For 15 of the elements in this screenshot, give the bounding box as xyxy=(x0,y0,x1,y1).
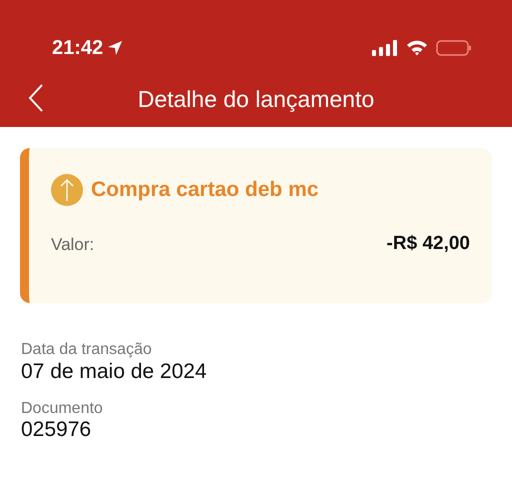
field-value: 025976 xyxy=(21,417,92,443)
amount-label: Valor: xyxy=(51,234,94,256)
transaction-title: Compra cartao deb mc xyxy=(91,177,319,204)
field-label: Data da transação xyxy=(21,341,153,359)
arrow-up-icon xyxy=(51,174,83,206)
page-title: Detalhe do lançamento xyxy=(138,85,374,114)
amount-value: -R$ 42,00 xyxy=(386,232,470,256)
wifi-icon xyxy=(406,40,428,56)
back-icon[interactable] xyxy=(28,84,44,112)
battery-icon xyxy=(436,40,472,56)
location-arrow-icon xyxy=(107,40,124,56)
field-value: 07 de maio de 2024 xyxy=(21,358,208,384)
signal-icon xyxy=(372,40,398,56)
field-label: Documento xyxy=(21,400,104,418)
status-time: 21:42 xyxy=(52,36,104,61)
